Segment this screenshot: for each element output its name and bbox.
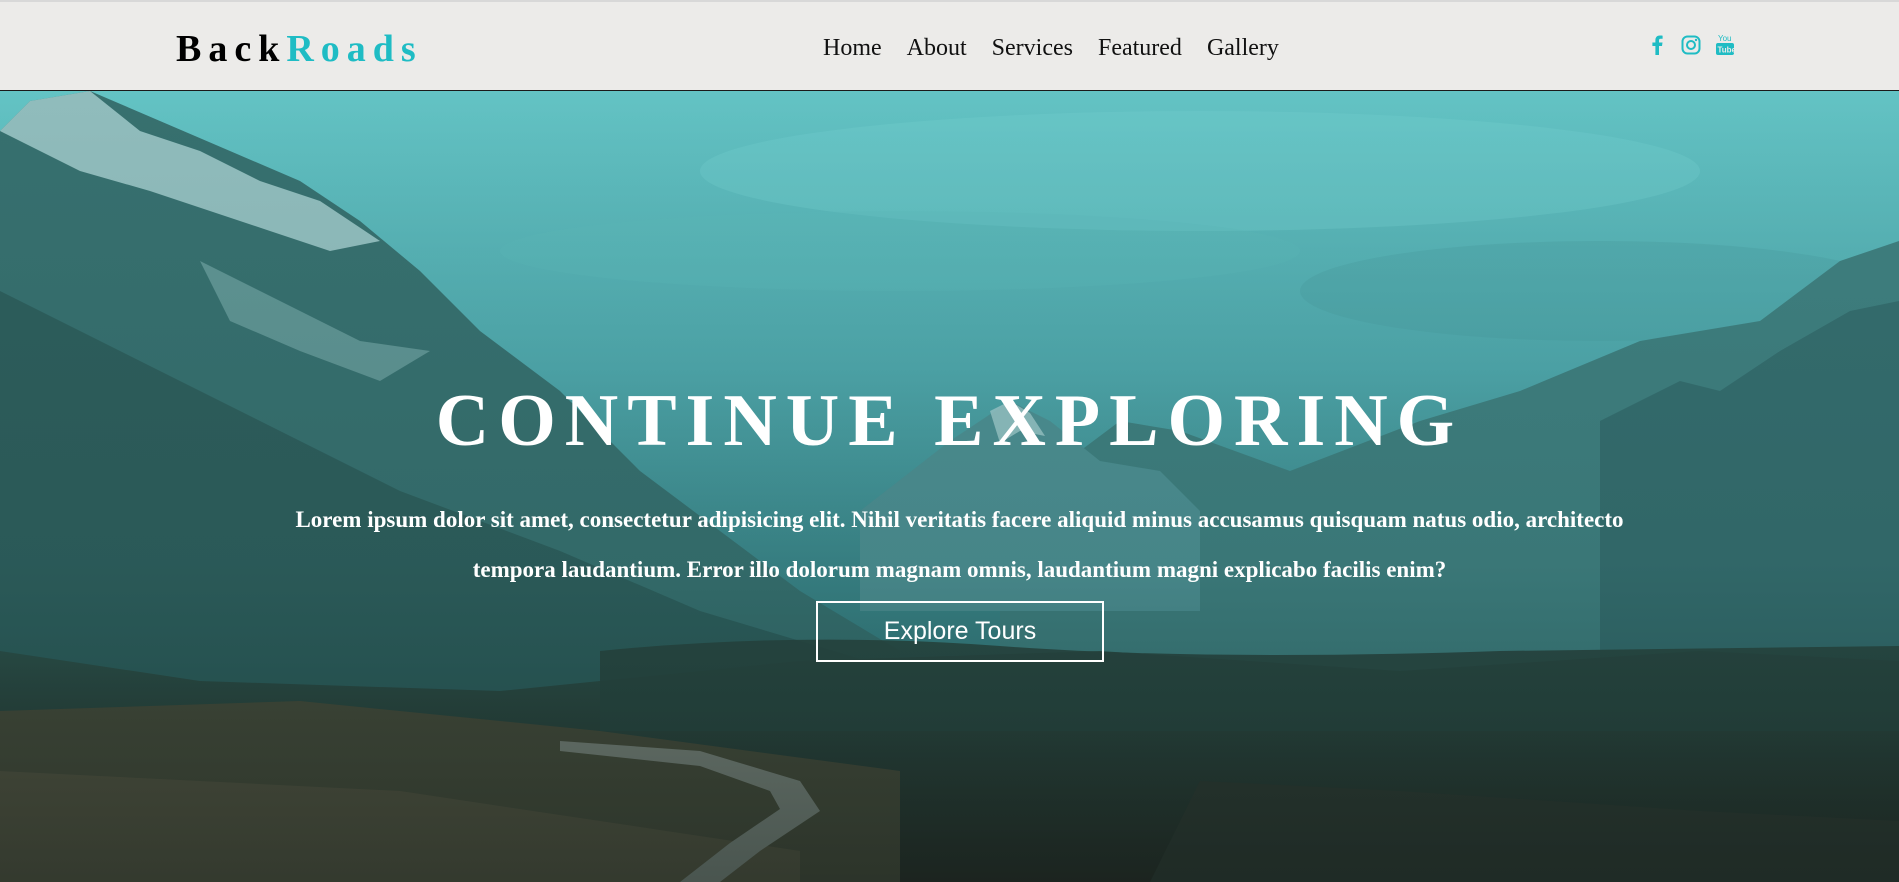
instagram-icon[interactable]: [1680, 34, 1702, 56]
brand-name-part2: Roads: [286, 28, 423, 70]
nav-link-gallery[interactable]: Gallery: [1207, 36, 1279, 60]
nav-link-services[interactable]: Services: [992, 36, 1073, 60]
explore-tours-button[interactable]: Explore Tours: [816, 601, 1104, 662]
hero-background-image: [0, 91, 1899, 882]
nav-link-featured[interactable]: Featured: [1098, 36, 1182, 60]
hero-section: CONTINUE EXPLORING Lorem ipsum dolor sit…: [0, 91, 1899, 882]
youtube-icon[interactable]: You Tube: [1714, 34, 1736, 56]
nav-link-home[interactable]: Home: [823, 36, 882, 60]
brand-name-part1: Back: [176, 28, 287, 70]
hero-description: Lorem ipsum dolor sit amet, consectetur …: [295, 507, 1624, 582]
navbar: BackRoads Home About Services Featured G…: [0, 0, 1899, 91]
social-links: You Tube: [1646, 34, 1736, 56]
facebook-icon[interactable]: [1646, 34, 1668, 56]
svg-text:Tube: Tube: [1718, 46, 1736, 55]
brand-logo[interactable]: BackRoads: [176, 30, 423, 68]
svg-text:You: You: [1718, 34, 1732, 43]
hero-title: CONTINUE EXPLORING: [435, 379, 1464, 462]
nav-link-about[interactable]: About: [907, 36, 967, 60]
nav-links: Home About Services Featured Gallery: [823, 36, 1304, 60]
